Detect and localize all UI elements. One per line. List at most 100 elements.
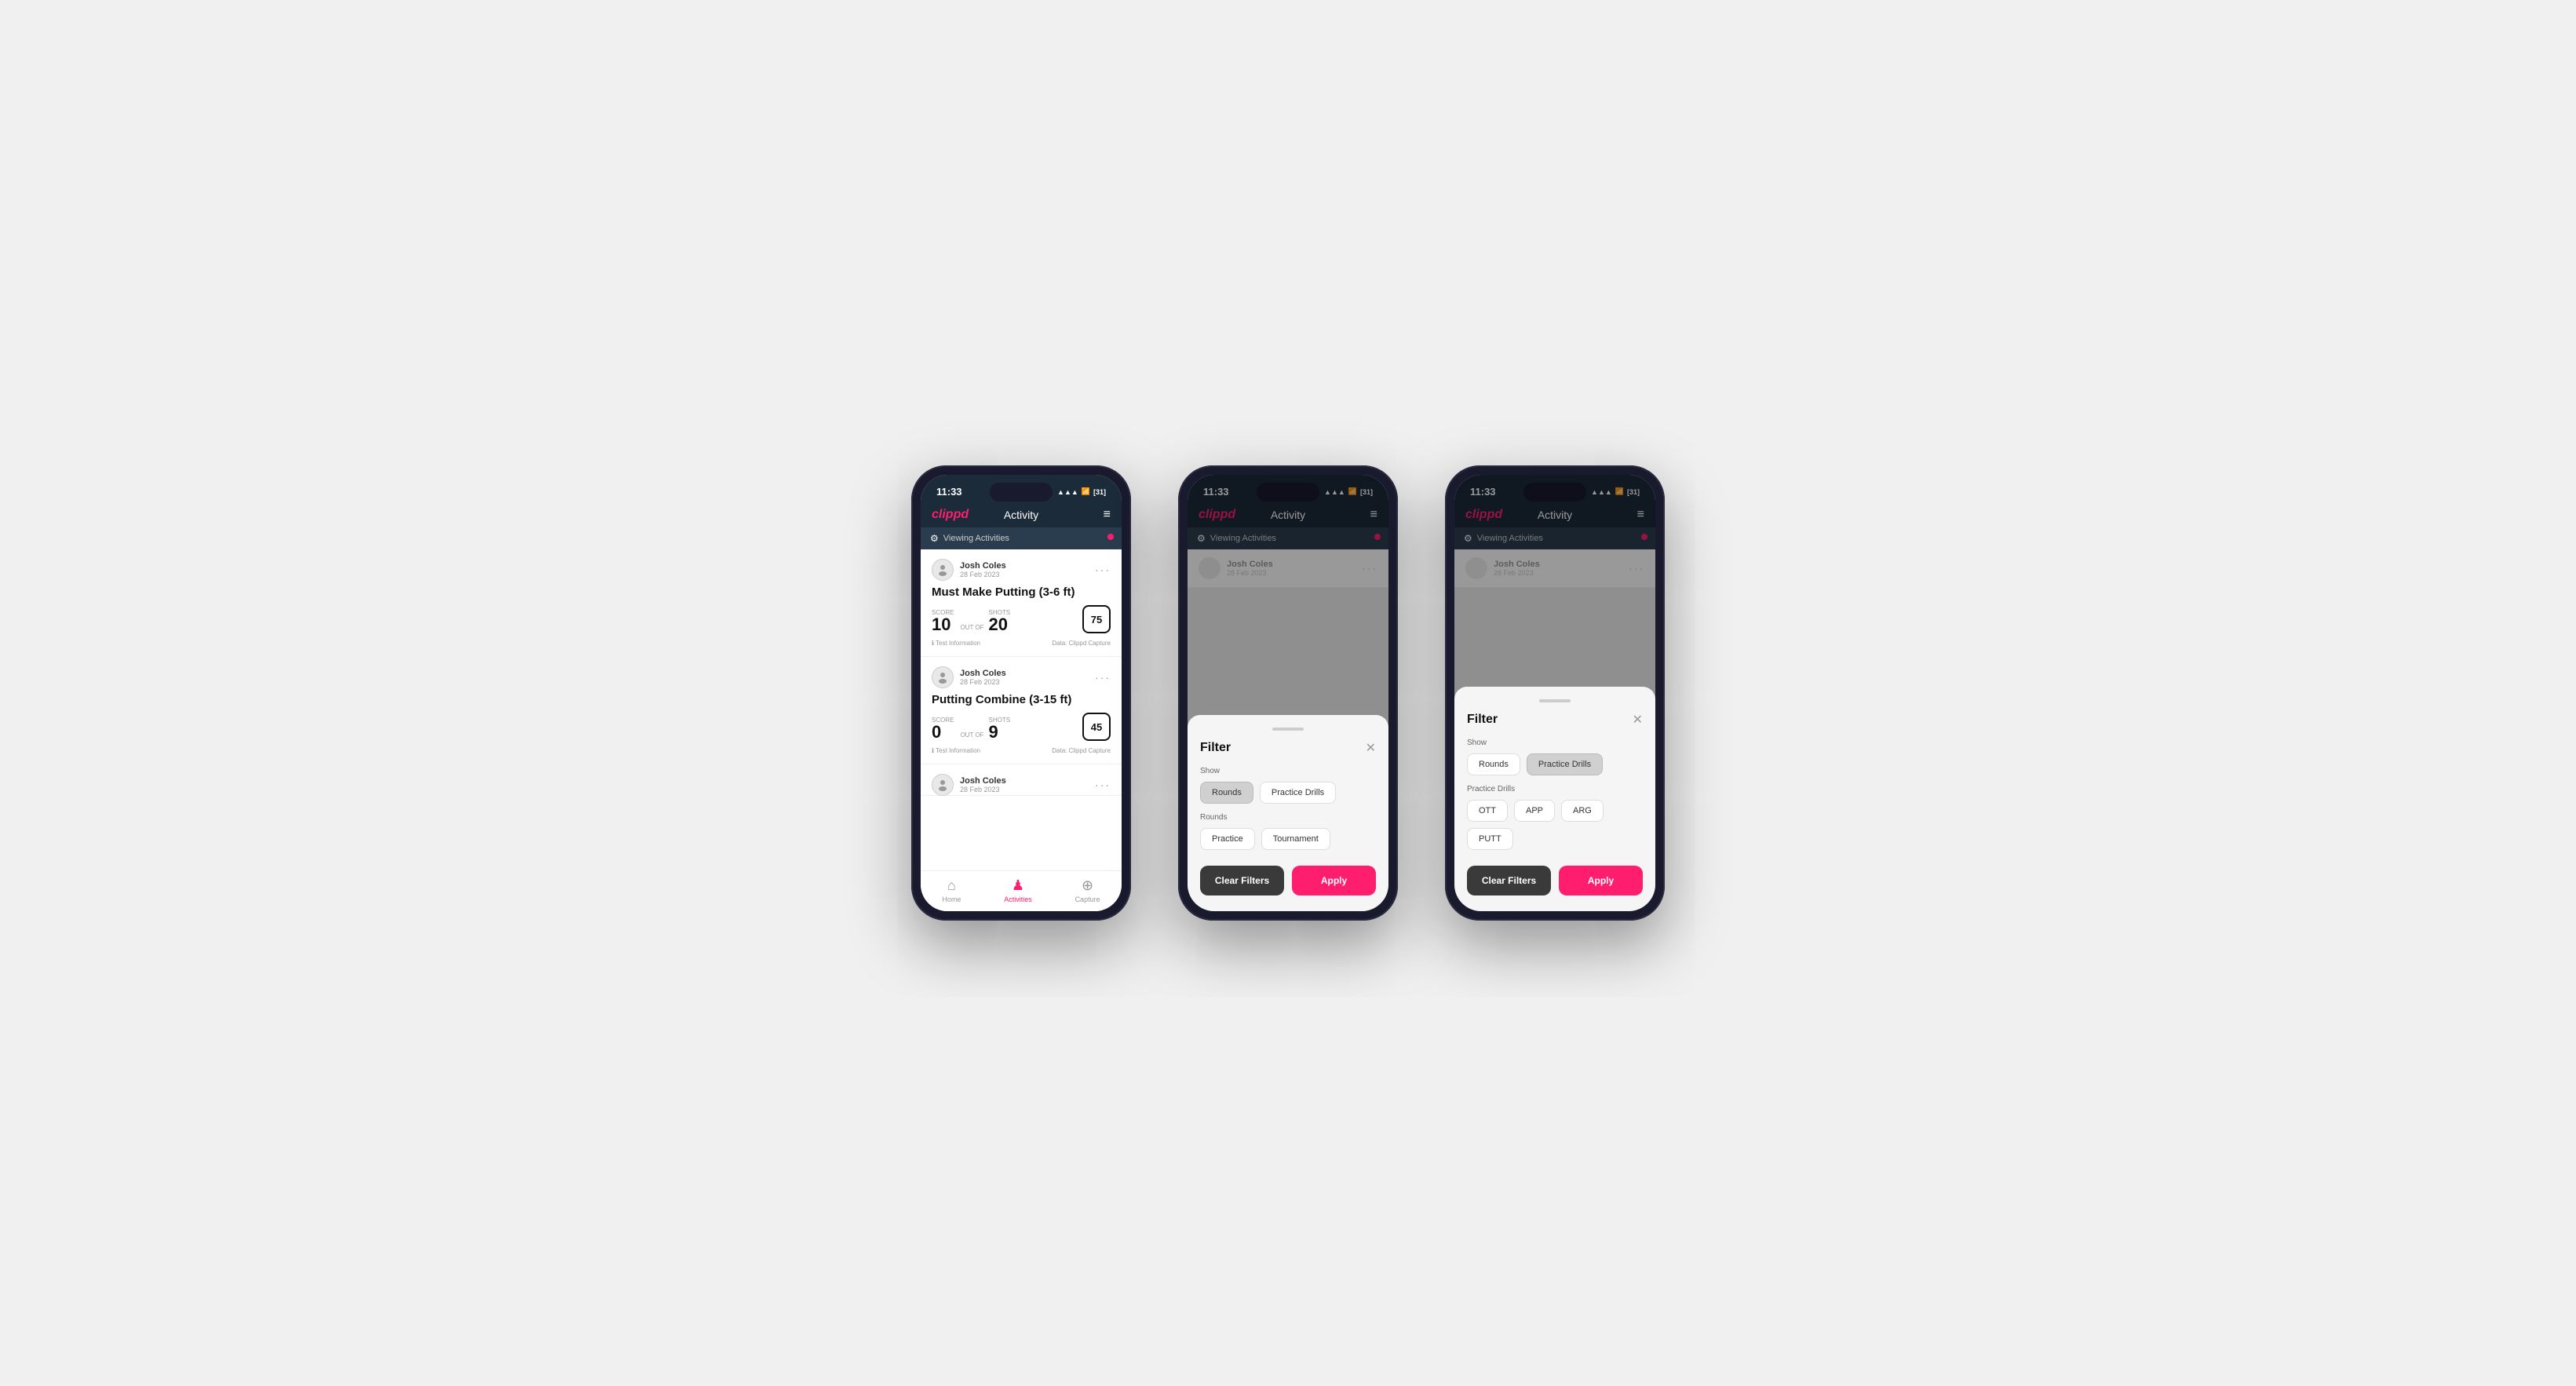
round-practice-button[interactable]: Practice bbox=[1200, 828, 1255, 850]
activity-card: Josh Coles 28 Feb 2023 ··· Must Make Put… bbox=[921, 549, 1122, 657]
show-label: Show bbox=[1200, 767, 1376, 775]
viewing-activities-bar[interactable]: ⚙ Viewing Activities bbox=[921, 527, 1122, 549]
practice-putt-button[interactable]: PUTT bbox=[1467, 828, 1513, 850]
activity-title: Must Make Putting (3-6 ft) bbox=[932, 585, 1111, 599]
nav-item-activities[interactable]: ♟ Activities bbox=[1004, 877, 1032, 903]
user-info: Josh Coles 28 Feb 2023 bbox=[932, 666, 1006, 688]
card-header: Josh Coles 28 Feb 2023 ··· bbox=[932, 559, 1111, 581]
user-name: Josh Coles bbox=[960, 561, 1006, 571]
shots-group: Shots 20 bbox=[989, 609, 1011, 633]
show-buttons: Rounds Practice Drills bbox=[1467, 753, 1643, 775]
info-icon: ℹ bbox=[932, 747, 934, 754]
phone-2: 11:33 ▲▲▲ 📶 [31] clippd Activity ≡ ⚙ Vie… bbox=[1178, 465, 1398, 921]
avatar bbox=[932, 774, 954, 796]
apply-button[interactable]: Apply bbox=[1559, 866, 1643, 895]
practice-buttons: OTT APP ARG PUTT bbox=[1467, 800, 1643, 850]
practice-app-button[interactable]: APP bbox=[1514, 800, 1555, 822]
shots-value: 9 bbox=[989, 724, 1011, 741]
clear-filters-button[interactable]: Clear Filters bbox=[1467, 866, 1551, 895]
show-rounds-button[interactable]: Rounds bbox=[1200, 782, 1253, 804]
phones-container: 11:33 ▲▲▲ 📶 [31] clippd Activity ≡ ⚙ Vie… bbox=[911, 465, 1665, 921]
activities-nav-label: Activities bbox=[1004, 895, 1032, 903]
practice-drills-label: Practice Drills bbox=[1467, 785, 1643, 793]
show-practice-drills-button[interactable]: Practice Drills bbox=[1527, 753, 1603, 775]
rounds-buttons: Practice Tournament bbox=[1200, 828, 1376, 850]
filter-overlay: Filter ✕ Show Rounds Practice Drills Prac… bbox=[1454, 475, 1655, 911]
menu-icon[interactable]: ≡ bbox=[1104, 508, 1111, 522]
score-group: Score 10 bbox=[932, 609, 954, 633]
out-of-label: OUT OF bbox=[960, 624, 983, 631]
rounds-label: Rounds bbox=[1200, 813, 1376, 822]
practice-drills-section: Practice Drills OTT APP ARG PUTT bbox=[1467, 785, 1643, 850]
home-nav-icon: ⌂ bbox=[947, 877, 956, 894]
phone-3: 11:33 ▲▲▲ 📶 [31] clippd Activity ≡ ⚙ Vie… bbox=[1445, 465, 1665, 921]
score-group: Score 0 bbox=[932, 717, 954, 741]
user-name: Josh Coles bbox=[960, 669, 1006, 678]
modal-handle bbox=[1539, 699, 1571, 702]
filter-title: Filter bbox=[1200, 741, 1231, 755]
filter-title: Filter bbox=[1467, 713, 1498, 727]
user-date: 28 Feb 2023 bbox=[960, 571, 1006, 578]
show-label: Show bbox=[1467, 739, 1643, 747]
avatar bbox=[932, 559, 954, 581]
footer-left: ℹTest Information bbox=[932, 640, 980, 647]
user-name: Josh Coles bbox=[960, 776, 1006, 786]
info-icon: ℹ bbox=[932, 640, 934, 647]
viewing-activities-text: Viewing Activities bbox=[943, 534, 1009, 543]
rounds-section: Rounds Practice Tournament bbox=[1200, 813, 1376, 850]
nav-item-capture[interactable]: ⊕ Capture bbox=[1075, 877, 1100, 903]
status-time: 11:33 bbox=[936, 486, 962, 498]
phone-frame-3: 11:33 ▲▲▲ 📶 [31] clippd Activity ≡ ⚙ Vie… bbox=[1445, 465, 1665, 921]
card-header: Josh Coles 28 Feb 2023 ··· bbox=[932, 666, 1111, 688]
more-options-button[interactable]: ··· bbox=[1095, 779, 1111, 791]
home-nav-label: Home bbox=[942, 895, 961, 903]
show-section: Show Rounds Practice Drills bbox=[1467, 739, 1643, 775]
nav-bar: clippd Activity ≡ bbox=[921, 502, 1122, 527]
filter-close-button[interactable]: ✕ bbox=[1633, 712, 1643, 728]
score-value: 10 bbox=[932, 616, 954, 633]
capture-nav-icon: ⊕ bbox=[1082, 877, 1093, 894]
practice-arg-button[interactable]: ARG bbox=[1561, 800, 1604, 822]
footer-left: ℹTest Information bbox=[932, 747, 980, 754]
more-options-button[interactable]: ··· bbox=[1095, 671, 1111, 684]
user-date: 28 Feb 2023 bbox=[960, 786, 1006, 793]
card-header: Josh Coles 28 Feb 2023 ··· bbox=[932, 774, 1111, 796]
apply-button[interactable]: Apply bbox=[1292, 866, 1376, 895]
user-date: 28 Feb 2023 bbox=[960, 678, 1006, 686]
phone-frame-1: 11:33 ▲▲▲ 📶 [31] clippd Activity ≡ ⚙ Vie… bbox=[911, 465, 1131, 921]
activity-title: Putting Combine (3-15 ft) bbox=[932, 693, 1111, 706]
clear-filters-button[interactable]: Clear Filters bbox=[1200, 866, 1284, 895]
content-area: Josh Coles 28 Feb 2023 ··· Must Make Put… bbox=[921, 549, 1122, 870]
filter-close-button[interactable]: ✕ bbox=[1366, 740, 1376, 756]
activity-card: Josh Coles 28 Feb 2023 ··· Putting Combi… bbox=[921, 657, 1122, 764]
show-section: Show Rounds Practice Drills bbox=[1200, 767, 1376, 804]
capture-nav-label: Capture bbox=[1075, 895, 1100, 903]
phone-screen-2: 11:33 ▲▲▲ 📶 [31] clippd Activity ≡ ⚙ Vie… bbox=[1188, 475, 1388, 911]
show-buttons: Rounds Practice Drills bbox=[1200, 782, 1376, 804]
shot-quality-value: 75 bbox=[1091, 614, 1102, 626]
more-options-button[interactable]: ··· bbox=[1095, 564, 1111, 576]
battery-icon: [31] bbox=[1093, 488, 1106, 496]
show-rounds-button[interactable]: Rounds bbox=[1467, 753, 1520, 775]
phone-screen-3: 11:33 ▲▲▲ 📶 [31] clippd Activity ≡ ⚙ Vie… bbox=[1454, 475, 1655, 911]
filter-modal: Filter ✕ Show Rounds Practice Drills Roun… bbox=[1188, 715, 1388, 911]
out-of-label: OUT OF bbox=[960, 731, 983, 739]
filter-icon: ⚙ bbox=[930, 533, 939, 544]
shot-quality-value: 45 bbox=[1091, 721, 1102, 733]
show-practice-drills-button[interactable]: Practice Drills bbox=[1260, 782, 1336, 804]
filter-header: Filter ✕ bbox=[1200, 740, 1376, 756]
filter-actions: Clear Filters Apply bbox=[1200, 866, 1376, 895]
nav-item-home[interactable]: ⌂ Home bbox=[942, 877, 961, 903]
notification-dot bbox=[1107, 534, 1114, 540]
user-info: Josh Coles 28 Feb 2023 bbox=[932, 774, 1006, 796]
practice-ott-button[interactable]: OTT bbox=[1467, 800, 1508, 822]
filter-actions: Clear Filters Apply bbox=[1467, 866, 1643, 895]
shot-quality-badge: 45 bbox=[1082, 713, 1111, 741]
shots-value: 20 bbox=[989, 616, 1011, 633]
activities-nav-icon: ♟ bbox=[1012, 877, 1024, 894]
bottom-nav: ⌂ Home ♟ Activities ⊕ Capture bbox=[921, 870, 1122, 911]
score-value: 0 bbox=[932, 724, 954, 741]
signal-icon: ▲▲▲ bbox=[1057, 488, 1078, 496]
round-tournament-button[interactable]: Tournament bbox=[1261, 828, 1330, 850]
stats-row: Score 0 OUT OF Shots 9 45 bbox=[932, 713, 1111, 741]
